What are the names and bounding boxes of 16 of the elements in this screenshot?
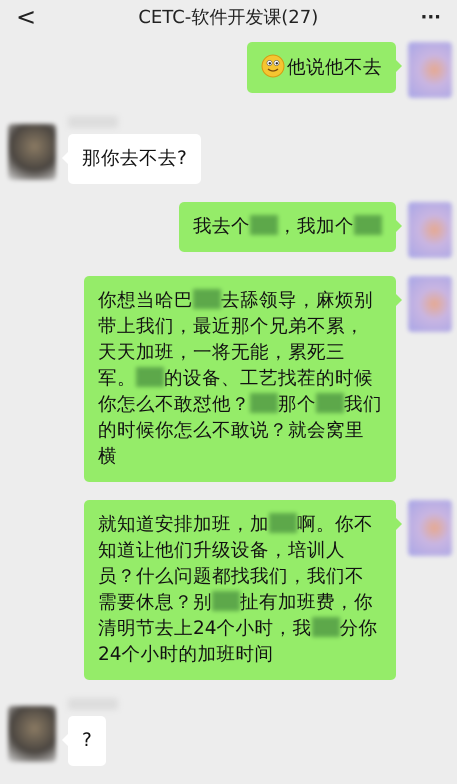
- chat-title: CETC-软件开发课(27): [138, 6, 318, 29]
- bubble-tail: [396, 220, 402, 232]
- message-bubble: 我去个 ，我加个: [179, 202, 396, 252]
- message-bubble: 你想当哈巴 去舔领导，麻烦别带上我们，最近那个兄弟不累，天天加班，一将无能，累死三军。 的设备、工艺找茬的时候你怎么不敢怼他？ 那个 我们的时候你怎么不敢说？就会窝里横: [84, 276, 396, 482]
- smiley-icon: [261, 54, 285, 78]
- avatar-icon[interactable]: [8, 706, 56, 762]
- message-bubble: 那你去不去?: [68, 134, 201, 184]
- message-bubble: 他说他不去: [247, 42, 396, 93]
- message-bubble: 就知道安排加班，加 啊。你不知道让他们升级设备，培训人员？什么问题都找我们，我们不需要休息？别 扯有加班费，你清明节去上24个小时，我 分你24个小时的加班时间: [84, 500, 396, 680]
- message-bubble: ?: [68, 716, 106, 766]
- back-button[interactable]: <: [10, 3, 42, 31]
- avatar-icon[interactable]: [8, 124, 56, 180]
- bubble-tail: [396, 518, 402, 530]
- bubble-tail: [396, 60, 402, 72]
- bubble-tail: [396, 294, 402, 306]
- more-button[interactable]: ···: [414, 6, 447, 28]
